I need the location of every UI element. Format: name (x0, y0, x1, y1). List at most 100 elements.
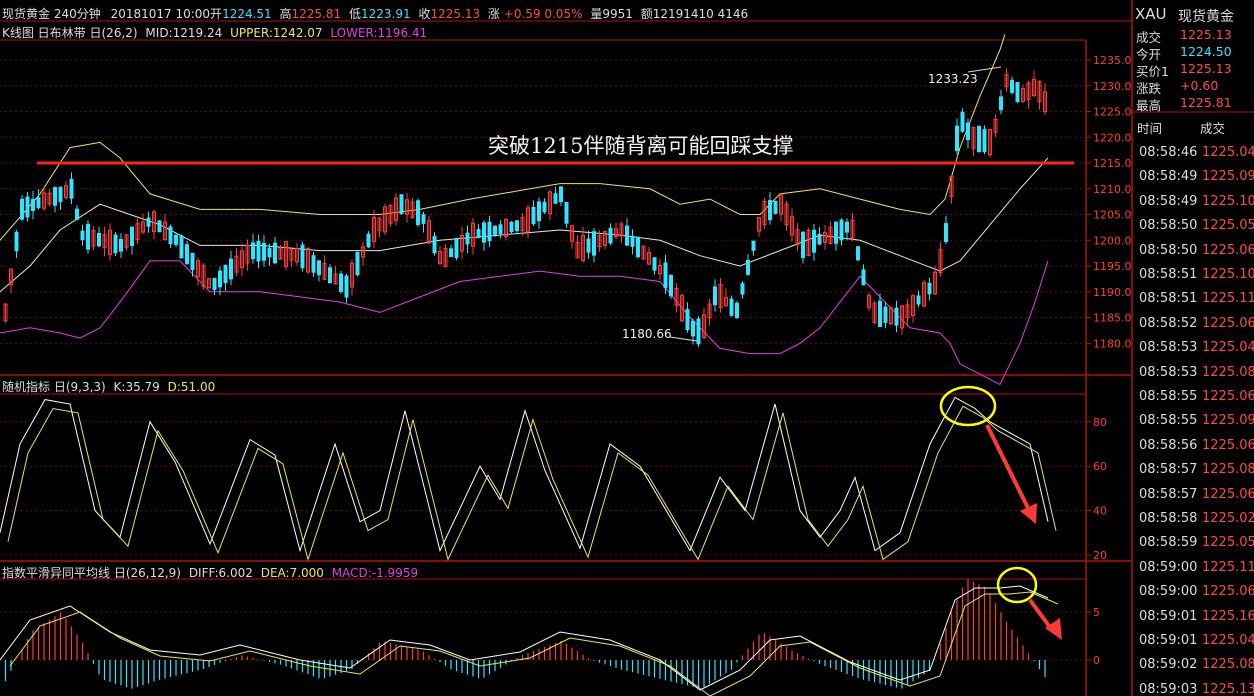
candle-body (262, 242, 266, 261)
tick-time: 08:59:02 (1139, 657, 1198, 673)
symbol-code: XAU (1135, 5, 1167, 23)
candle-body (982, 129, 987, 153)
candle-body (586, 238, 591, 253)
tick-time: 08:58:53 (1139, 340, 1198, 356)
tick-price: 1225.06 (1202, 315, 1254, 331)
candle-body (58, 186, 63, 202)
candle-body (977, 126, 981, 153)
low-value: 1223.91 (361, 7, 411, 21)
candle-body (157, 220, 162, 233)
candle-body (75, 208, 79, 220)
candle-body (537, 201, 541, 222)
kdj-tick-label: 40 (1093, 505, 1107, 518)
instrument-label: 现货黄金 240分钟 (2, 7, 101, 21)
chart-canvas[interactable]: 1235.0 1230.0 1225.0 1220.0 1215.0 1210.0 1205… (0, 0, 1254, 696)
tick-header: 时间 成交 (1132, 116, 1254, 136)
candle-body (399, 194, 404, 215)
candle-body (465, 232, 470, 245)
tick-row: 08:58:53 1225.04 (1134, 334, 1254, 361)
tick-price-header: 成交 (1200, 121, 1226, 136)
quote-row-value: 1225.13 (1180, 27, 1232, 42)
candle-body (801, 231, 805, 259)
bar-datetime: 20181017 10:00 (110, 7, 211, 21)
bollinger-mid: MID:1219.24 (145, 26, 223, 40)
candle-body (218, 270, 222, 288)
tick-time: 08:59:01 (1139, 608, 1198, 624)
candle-body (845, 221, 849, 233)
candle-body (960, 111, 965, 132)
quote-row-value: 1224.50 (1180, 44, 1232, 59)
tick-price: 1225.10 (1202, 267, 1254, 282)
price-tick-label: 1230.0 (1093, 80, 1132, 93)
candle-body (97, 232, 101, 247)
tick-price: 1225.10 (1202, 193, 1254, 209)
candle-body (366, 233, 371, 248)
tick-price: 1225.08 (1202, 462, 1254, 478)
macd-name: 指数平滑异同平均线 日(26,12,9) (2, 566, 181, 580)
kdj-tick-label: 80 (1093, 416, 1107, 429)
tick-price: 1225.16 (1202, 608, 1254, 624)
price-tick-label: 1200.0 (1093, 234, 1132, 247)
close-label: 收 (418, 7, 431, 21)
candle-body (883, 306, 888, 323)
candle-body (168, 226, 173, 245)
candle-body (966, 122, 970, 140)
candle-body (355, 251, 360, 276)
volume-label: 量 (590, 7, 603, 21)
close-value: 1225.13 (430, 7, 481, 21)
candle-body (663, 262, 668, 289)
tick-row: 08:58:49 1225.10 (1134, 188, 1254, 215)
price-tick-label: 1220.0 (1093, 131, 1132, 144)
tick-price: 1225.02 (1202, 511, 1254, 526)
macd-value: MACD:-1.9959 (331, 566, 419, 580)
high-label: 高 (279, 7, 292, 21)
candle-body (878, 300, 882, 328)
amount-value: 12191410 4146 (652, 7, 749, 21)
candle-body (927, 283, 932, 295)
candle-body (493, 225, 497, 235)
tick-row: 08:59:00 1225.11 (1134, 554, 1254, 581)
low-label: 低 (348, 7, 361, 21)
macd-dea: DEA:7.000 (260, 566, 324, 580)
candle-body (449, 248, 453, 258)
candle-body (454, 238, 459, 258)
kdj-k-line (0, 396, 1049, 553)
candle-body (729, 298, 734, 316)
tick-time: 08:58:56 (1139, 437, 1198, 453)
candle-body (652, 257, 657, 271)
quote-row-value: +0.60 (1180, 78, 1219, 93)
candle-body (1015, 82, 1020, 102)
open-value: 1224.51 (222, 7, 272, 21)
candle-body (669, 274, 673, 297)
down-arrow-kdj-shaft (985, 424, 1032, 513)
candle-body (608, 227, 613, 244)
tick-time: 08:59:00 (1139, 584, 1198, 600)
tick-price: 1225.06 (1202, 584, 1254, 600)
candle-body (515, 220, 519, 232)
candle-body (592, 231, 596, 256)
macd-diff: DIFF:6.002 (188, 566, 253, 580)
tick-row: 08:59:01 1225.16 (1134, 603, 1254, 630)
candle-body (229, 258, 233, 280)
amount-label: 额 (640, 7, 653, 21)
bollinger-legend: K线图 日布林带 日(26,2) MID:1219.24 UPPER:1242.… (2, 24, 427, 41)
tick-time: 08:58:50 (1139, 242, 1198, 258)
candle-body (564, 201, 569, 224)
kdj-name: 随机指标 日(9,3,3) (2, 380, 106, 394)
candle-body (691, 320, 695, 337)
tick-time: 08:58:55 (1139, 389, 1198, 404)
candle-body (212, 277, 217, 290)
candle-body (487, 221, 492, 242)
candle-body (300, 244, 305, 269)
candle-body (955, 125, 959, 152)
candle-body (636, 236, 640, 258)
tick-row: 08:58:51 1225.11 (1134, 285, 1254, 312)
kdj-tick-label: 60 (1093, 460, 1107, 473)
price-tick-label: 1185.0 (1093, 312, 1132, 325)
divergence-circle-macd (996, 566, 1038, 604)
candle-body (773, 200, 778, 214)
quote-row-value: 1225.13 (1180, 61, 1232, 76)
candle-body (861, 269, 866, 286)
high-marker-label: 1233.23 (928, 72, 978, 86)
price-tick-label: 1195.0 (1093, 260, 1132, 273)
